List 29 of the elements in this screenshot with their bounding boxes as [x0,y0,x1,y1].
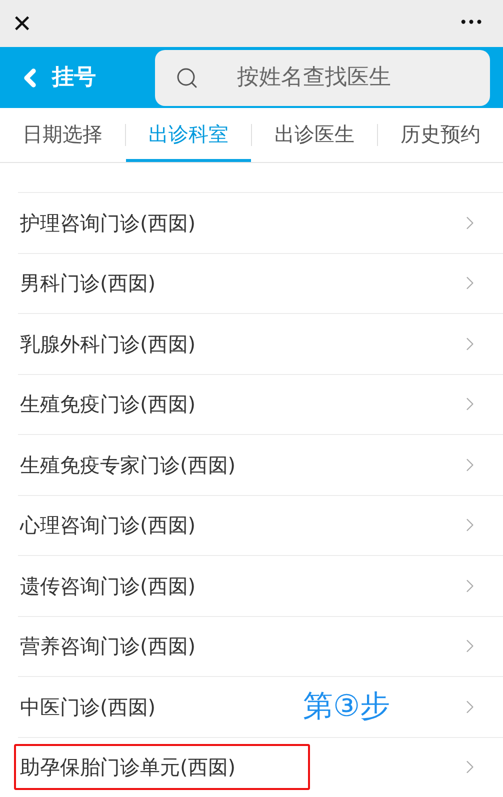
department-name: 生殖免疫门诊(西囡) [19,391,197,418]
step-annotation: 第③步 [303,688,390,726]
tab[interactable]: 历史预约 [378,108,503,162]
department-name: 中医门诊(西囡) [19,694,157,721]
department-row[interactable]: 中医门诊(西囡) 第③步 [18,677,503,738]
department-row[interactable]: 乳腺外科门诊(西囡) [18,314,503,374]
department-row[interactable]: 助孕保胎门诊单元(西囡) [18,738,503,797]
department-row[interactable]: 遗传咨询门诊(西囡) [18,556,503,616]
tab[interactable]: 出诊医生 [252,108,377,162]
more-button[interactable]: ••• [459,13,491,34]
department-row[interactable]: 生殖免疫门诊(西囡) [18,374,503,435]
search-box[interactable]: 按姓名查找医生 [155,50,490,106]
department-name: 生殖免疫专家门诊(西囡) [19,452,237,479]
department-name: 遗传咨询门诊(西囡) [19,572,197,600]
department-name: 营养咨询门诊(西囡) [19,633,197,660]
search-icon [175,66,199,90]
department-name: 乳腺外科门诊(西囡) [19,330,197,358]
department-row[interactable]: 男科门诊(西囡) [18,254,503,314]
department-name: 助孕保胎门诊单元(西囡) [14,744,310,790]
department-name: 护理咨询门诊(西囡) [19,210,197,237]
department-name: 心理咨询门诊(西囡) [18,512,197,540]
department-row[interactable]: 营养咨询门诊(西囡) [18,616,503,677]
close-button[interactable]: ✕ [12,12,32,36]
search-input[interactable]: 按姓名查找医生 [237,61,457,94]
tab[interactable]: 日期选择 [0,108,125,162]
department-name: 男科门诊(西囡) [19,270,157,298]
department-row[interactable]: 生殖免疫专家门诊(西囡) [18,435,503,496]
department-row[interactable]: 心理咨询门诊(西囡) [18,496,503,556]
department-row[interactable]: 护理咨询门诊(西囡) [18,193,503,254]
